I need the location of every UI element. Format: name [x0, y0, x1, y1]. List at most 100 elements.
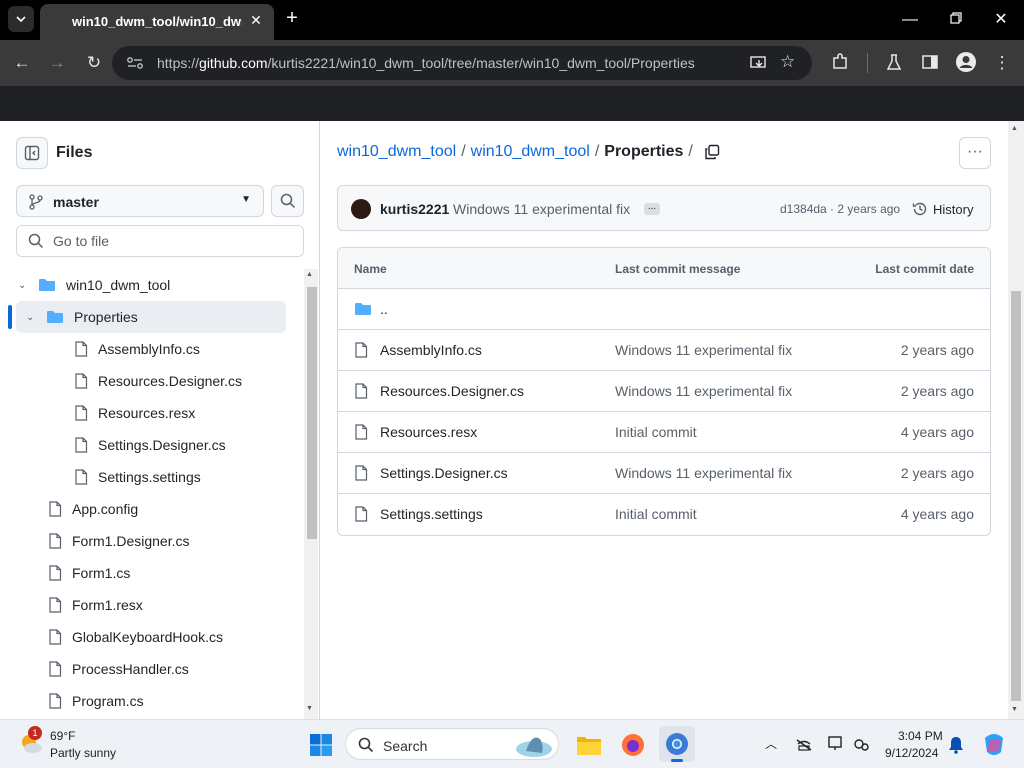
tree-item[interactable]: Settings.settings: [0, 461, 300, 493]
side-panel-icon[interactable]: [921, 53, 939, 71]
page-scrollbar-thumb[interactable]: [1011, 291, 1021, 701]
table-row[interactable]: Resources.resx Initial commit 4 years ago: [338, 412, 990, 453]
network-icon[interactable]: [795, 736, 813, 752]
clock-date[interactable]: 9/12/2024: [885, 746, 938, 760]
windows-start-icon[interactable]: [309, 733, 333, 757]
taskbar-search[interactable]: Search: [345, 728, 559, 760]
tree-item[interactable]: GlobalKeyboardHook.cs: [0, 621, 300, 653]
copilot-preview-icon[interactable]: [981, 732, 1007, 758]
reload-icon[interactable]: ↻: [82, 51, 106, 75]
chrome-icon: [666, 733, 688, 755]
table-row[interactable]: AssemblyInfo.cs Windows 11 experimental f…: [338, 330, 990, 371]
breadcrumb-repo-link[interactable]: win10_dwm_tool: [337, 143, 456, 161]
labs-flask-icon[interactable]: [885, 53, 903, 71]
address-bar[interactable]: https://github.com/kurtis2221/win10_dwm_…: [112, 46, 812, 80]
file-name-link[interactable]: Settings.settings: [380, 506, 483, 522]
tree-item[interactable]: ⌄ Properties: [16, 301, 286, 333]
install-app-icon[interactable]: [750, 55, 768, 71]
file-name-link[interactable]: AssemblyInfo.cs: [380, 342, 482, 358]
weather-description[interactable]: Partly sunny: [50, 746, 116, 760]
accessibility-icon[interactable]: [853, 735, 871, 753]
weather-widget[interactable]: 1: [18, 726, 44, 756]
tree-item[interactable]: ⌄ win10_dwm_tool: [0, 269, 300, 301]
tree-item-label: AssemblyInfo.cs: [98, 341, 200, 357]
avatar[interactable]: [351, 199, 371, 219]
search-files-button[interactable]: [271, 185, 304, 217]
copy-path-icon[interactable]: [704, 144, 720, 160]
expand-commit-message-button[interactable]: ...: [644, 202, 660, 215]
commit-message-link[interactable]: Windows 11 experimental fix: [615, 465, 792, 481]
kebab-horizontal-icon: ···: [967, 143, 983, 160]
table-row[interactable]: Settings.settings Initial commit 4 years a…: [338, 494, 990, 535]
breadcrumb: win10_dwm_tool / win10_dwm_tool / Proper…: [337, 143, 720, 161]
file-icon: [49, 565, 62, 581]
search-icon: [358, 737, 374, 753]
history-button[interactable]: History: [912, 198, 973, 220]
tree-item[interactable]: Settings.Designer.cs: [0, 429, 300, 461]
back-arrow-icon[interactable]: ←: [10, 51, 34, 75]
parent-directory-link[interactable]: ..: [380, 301, 388, 317]
scroll-up-icon[interactable]: ▲: [1011, 125, 1018, 132]
toolbar-divider: [867, 53, 868, 73]
tree-item[interactable]: AssemblyInfo.cs: [0, 333, 300, 365]
collapse-file-tree-button[interactable]: [16, 137, 48, 169]
more-options-button[interactable]: ···: [959, 137, 991, 169]
bookmark-star-icon[interactable]: ☆: [780, 52, 795, 72]
commit-date: 2 years ago: [900, 465, 974, 481]
extensions-icon[interactable]: [831, 53, 849, 71]
commit-message-link[interactable]: Initial commit: [615, 506, 697, 522]
profile-avatar-icon[interactable]: [955, 51, 977, 73]
scroll-down-icon[interactable]: ▼: [306, 705, 313, 712]
commit-message-link[interactable]: Windows 11 experimental fix: [615, 383, 792, 399]
tree-item[interactable]: Program.cs: [0, 685, 300, 717]
minimize-icon[interactable]: —: [898, 8, 922, 32]
tree-item[interactable]: Form1.resx: [0, 589, 300, 621]
branch-selector[interactable]: master ▼: [16, 185, 264, 217]
git-branch-icon: [29, 194, 43, 210]
browser-menu-icon[interactable]: ⋮: [990, 51, 1014, 75]
close-window-icon[interactable]: ✕: [989, 8, 1013, 32]
parent-directory-row[interactable]: ..: [338, 289, 990, 330]
commit-message-link[interactable]: Windows 11 experimental fix: [615, 342, 792, 358]
file-tree-scrollbar-thumb[interactable]: [307, 287, 317, 539]
site-info-icon[interactable]: [126, 55, 144, 71]
tree-item[interactable]: Form1.Designer.cs: [0, 525, 300, 557]
scroll-down-icon[interactable]: ▼: [1011, 706, 1018, 713]
table-row[interactable]: Resources.Designer.cs Windows 11 experime…: [338, 371, 990, 412]
tree-item[interactable]: Resources.Designer.cs: [0, 365, 300, 397]
tree-item-label: Program.cs: [72, 693, 144, 709]
chevron-down-icon[interactable]: ⌄: [18, 280, 30, 291]
firefox-icon[interactable]: [620, 732, 646, 758]
tab-search-button[interactable]: [8, 6, 34, 32]
file-name-link[interactable]: Resources.Designer.cs: [380, 383, 524, 399]
file-name-link[interactable]: Settings.Designer.cs: [380, 465, 508, 481]
chrome-taskbar-button[interactable]: [659, 726, 695, 762]
commit-author-link[interactable]: kurtis2221: [380, 201, 449, 217]
table-row[interactable]: Settings.Designer.cs Windows 11 experimen…: [338, 453, 990, 494]
clock-time[interactable]: 3:04 PM: [898, 729, 943, 743]
chevron-up-icon[interactable]: ︿: [765, 735, 777, 752]
go-to-file-input[interactable]: [16, 225, 304, 257]
commit-message-link[interactable]: Windows 11 experimental fix: [453, 201, 630, 217]
commit-message-link[interactable]: Initial commit: [615, 424, 697, 440]
chevron-down-icon[interactable]: ⌄: [26, 312, 38, 323]
new-tab-button[interactable]: +: [282, 8, 302, 28]
file-table: Name Last commit message Last commit dat…: [337, 247, 991, 536]
file-name-link[interactable]: Resources.resx: [380, 424, 477, 440]
tree-item[interactable]: Form1.cs: [0, 557, 300, 589]
close-tab-icon[interactable]: ✕: [248, 12, 264, 28]
scroll-up-icon[interactable]: ▲: [306, 271, 313, 278]
restore-icon[interactable]: [944, 8, 968, 32]
tree-item[interactable]: ProcessHandler.cs: [0, 653, 300, 685]
file-explorer-icon[interactable]: [576, 733, 602, 757]
breadcrumb-folder-link[interactable]: win10_dwm_tool: [471, 143, 590, 161]
tree-item[interactable]: Resources.resx: [0, 397, 300, 429]
display-icon[interactable]: [827, 735, 845, 753]
weather-temperature[interactable]: 69°F: [50, 729, 75, 743]
notification-bell-icon[interactable]: [948, 736, 964, 754]
forward-arrow-icon[interactable]: →: [45, 51, 69, 75]
browser-toolbar: ← → ↻ https://github.com/kurtis2221/win1…: [0, 40, 1024, 86]
browser-tab[interactable]: win10_dwm_tool/win10_dwm_t ✕: [40, 4, 274, 40]
commit-sha-age[interactable]: d1384da · 2 years ago: [780, 202, 900, 216]
tree-item[interactable]: App.config: [0, 493, 300, 525]
